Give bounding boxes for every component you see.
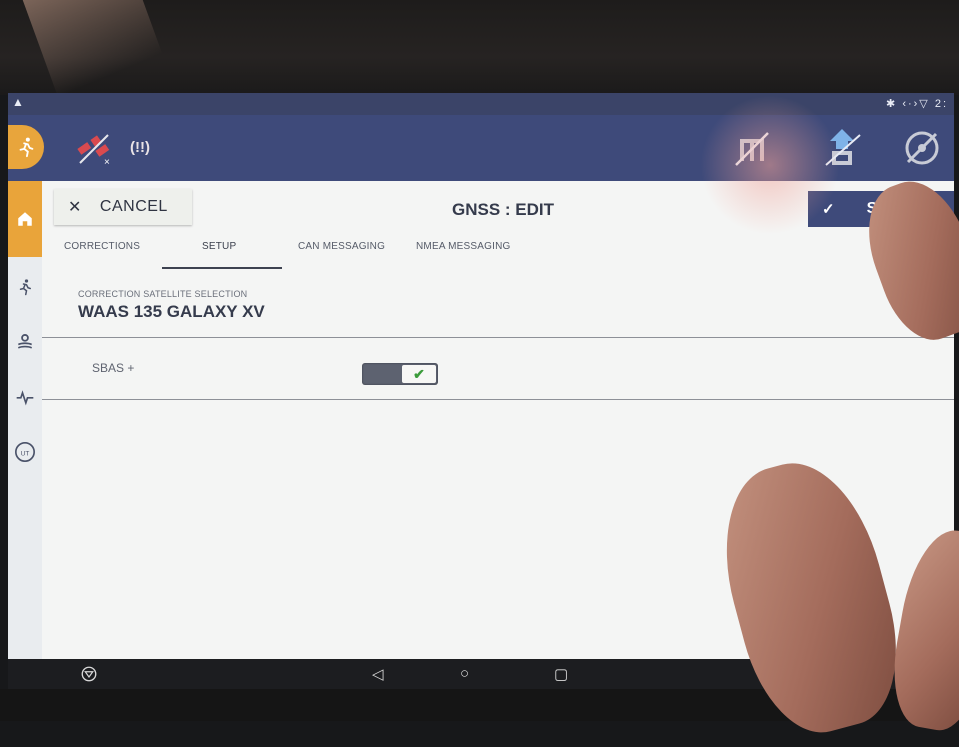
close-icon: ✕: [68, 199, 82, 216]
android-nav-bar: ◁ ○ ▢: [8, 659, 954, 689]
activity-pulse-icon[interactable]: [8, 381, 42, 413]
gear-field-icon[interactable]: [8, 326, 42, 358]
satellite-off-icon[interactable]: ×: [74, 131, 114, 168]
edit-panel: ✕ CANCEL GNSS : EDIT ✓ S CORRECTIONS SET…: [42, 181, 954, 659]
shield-down-icon[interactable]: [80, 665, 98, 687]
running-person-icon[interactable]: [8, 271, 42, 303]
tablet-screen: ▲ ✱ ‹·›▽ 2: × (!!) UT ✕ CANCEL GNSS: ED…: [8, 93, 954, 689]
app-bar: × (!!): [8, 115, 954, 181]
back-icon[interactable]: ◁: [372, 665, 384, 683]
correction-satellite-value[interactable]: WAAS 135 GALAXY XV: [78, 302, 265, 322]
svg-text:UT: UT: [21, 451, 30, 458]
running-person-icon[interactable]: [8, 125, 44, 169]
status-indicators: ✱ ‹·›▽ 2:: [886, 98, 948, 110]
divider: [42, 399, 954, 400]
vehicle-upload-icon[interactable]: [820, 127, 864, 169]
save-button[interactable]: ✓ S: [808, 191, 954, 227]
signal-warning: (!!): [130, 139, 150, 156]
tab-nmea-messaging[interactable]: NMEA MESSAGING: [416, 241, 511, 252]
steering-off-icon[interactable]: [900, 127, 944, 169]
check-icon: ✓: [822, 201, 835, 218]
status-bar: ▲ ✱ ‹·›▽ 2:: [8, 93, 954, 115]
active-tab-indicator: [162, 267, 282, 269]
svg-text:×: ×: [104, 157, 110, 167]
tab-bar: CORRECTIONS SETUP CAN MESSAGING NMEA MES…: [42, 231, 954, 271]
save-label: S: [866, 200, 878, 217]
home-icon[interactable]: [8, 181, 42, 257]
divider: [42, 337, 954, 338]
implement-off-icon[interactable]: [730, 127, 774, 169]
warning-triangle-icon: ▲: [12, 95, 24, 109]
ut-icon[interactable]: UT: [8, 436, 42, 468]
tab-corrections[interactable]: CORRECTIONS: [64, 241, 140, 252]
check-icon: ✔: [402, 365, 436, 383]
correction-satellite-label: CORRECTION SATELLITE SELECTION: [78, 289, 248, 299]
page-title: GNSS : EDIT: [452, 200, 555, 219]
tablet-bezel-bottom: [0, 689, 959, 721]
left-nav-rail: UT: [8, 181, 42, 659]
sbas-label: SBAS +: [92, 361, 135, 375]
sbas-toggle[interactable]: ✔: [362, 363, 438, 385]
home-circle-icon[interactable]: ○: [460, 665, 469, 682]
tab-setup[interactable]: SETUP: [202, 241, 236, 252]
tab-can-messaging[interactable]: CAN MESSAGING: [298, 241, 385, 252]
cancel-label: CANCEL: [99, 198, 168, 215]
cancel-button[interactable]: ✕ CANCEL: [54, 189, 192, 225]
recents-icon[interactable]: ▢: [554, 665, 568, 683]
